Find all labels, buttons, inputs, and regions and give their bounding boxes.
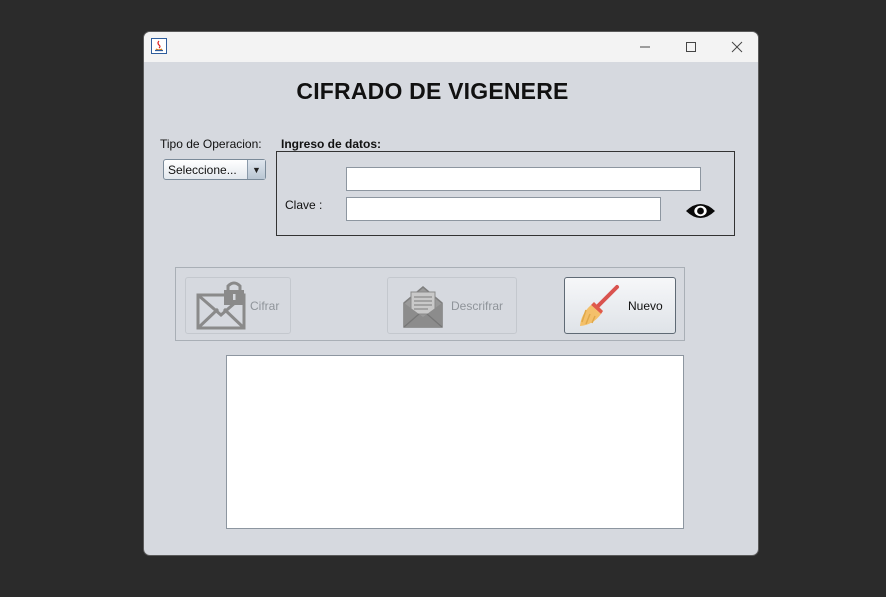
ingreso-datos-panel: [276, 151, 735, 236]
tipo-operacion-label: Tipo de Operacion:: [160, 137, 262, 151]
page-title: CIFRADO DE VIGENERE: [296, 78, 569, 104]
eye-icon[interactable]: [685, 199, 716, 223]
minimize-button[interactable]: [622, 32, 668, 62]
maximize-button[interactable]: [668, 32, 714, 62]
app-window: CIFRADO DE VIGENERE Tipo de Operacion: S…: [143, 31, 759, 556]
minimize-icon: [640, 46, 650, 48]
title-bar[interactable]: [144, 32, 758, 62]
descifrar-button[interactable]: Descrifrar: [387, 277, 517, 334]
clave-input[interactable]: [346, 197, 661, 221]
close-icon: [731, 41, 743, 53]
maximize-icon: [686, 42, 696, 52]
cifrar-button[interactable]: Cifrar: [185, 277, 291, 334]
text-input[interactable]: [346, 167, 701, 191]
nuevo-button[interactable]: Nuevo: [564, 277, 676, 334]
tipo-operacion-value: Seleccione...: [168, 163, 237, 177]
open-envelope-icon: [403, 286, 443, 328]
close-button[interactable]: [714, 32, 758, 62]
tipo-operacion-select[interactable]: Seleccione... ▼: [163, 159, 266, 180]
ingreso-datos-label: Ingreso de datos:: [281, 137, 382, 151]
cifrar-label: Cifrar: [250, 299, 280, 313]
java-app-icon: [151, 38, 167, 54]
dropdown-arrow-icon[interactable]: ▼: [247, 160, 265, 179]
envelope-lock-icon: [196, 281, 246, 330]
clave-label: Clave :: [285, 198, 323, 212]
result-textarea[interactable]: [226, 355, 684, 529]
broom-icon: [580, 285, 619, 326]
nuevo-label: Nuevo: [628, 299, 663, 313]
descifrar-label: Descrifrar: [451, 299, 504, 313]
